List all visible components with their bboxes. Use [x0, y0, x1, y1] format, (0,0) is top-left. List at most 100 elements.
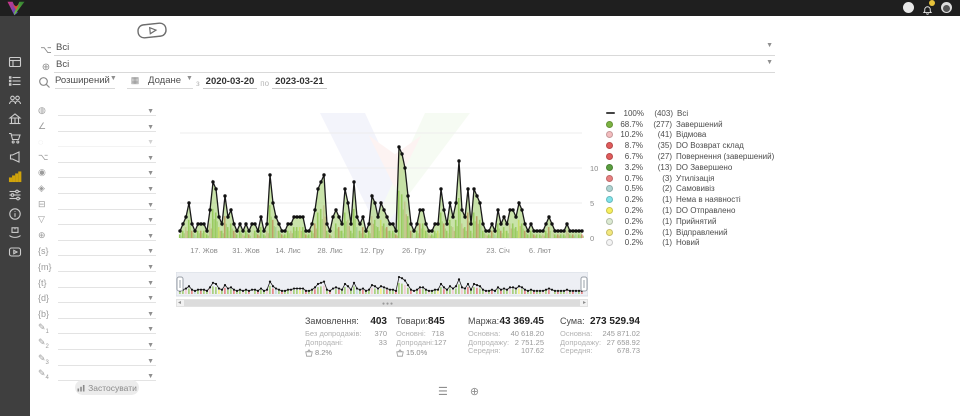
legend-count: (13) [647, 163, 672, 172]
stat-col-2: Маржа:43 369.45Основна:40 618.20Допродаж… [468, 316, 544, 356]
legend-item-9[interactable]: 0.2%(1)DO Отправлено [606, 205, 774, 216]
legend-count: (27) [647, 152, 672, 161]
date-to-label: по [260, 79, 269, 88]
video-filter-icon[interactable] [136, 21, 167, 39]
custom-field-3-filter-select[interactable]: ▼ [58, 358, 156, 366]
sidebar-item-settings[interactable] [0, 185, 30, 204]
filter-row-person-filter: ◉▼ [38, 163, 156, 178]
legend-dot-swatch [606, 196, 613, 203]
assistant-icon[interactable] [903, 2, 914, 13]
source-select[interactable]: Всі ▼ [54, 42, 775, 56]
legend-item-5[interactable]: 3.2%(13)DO Завершено [606, 162, 774, 173]
legend-dot-swatch [606, 218, 613, 225]
apply-button[interactable]: Застосувати [75, 380, 139, 395]
date-to-input[interactable]: 2023-03-21 [272, 76, 327, 89]
chevron-down-icon: ▼ [147, 311, 156, 318]
legend-label: Повернення (завершений) [676, 152, 774, 161]
legend-count: (403) [648, 109, 673, 118]
stat-sub-row: Середня:678.73 [560, 347, 640, 356]
legend-percent: 8.7% [617, 141, 643, 150]
notification-badge [929, 0, 935, 6]
legend-item-4[interactable]: 6.7%(27)Повернення (завершений) [606, 151, 774, 162]
chevron-down-icon: ▼ [147, 264, 156, 271]
var-m-filter-select[interactable]: ▼ [58, 264, 156, 272]
legend-dot-swatch [606, 121, 613, 128]
orders-chart[interactable] [176, 96, 588, 246]
y-tick-label: 0 [590, 234, 594, 243]
var-b-filter-icon: {b} [38, 309, 58, 319]
basket-icon [305, 349, 313, 357]
legend-item-11[interactable]: 0.2%(1)Відправлений [606, 227, 774, 238]
sphere-icon: ⊕ [38, 62, 54, 73]
legend-count: (41) [647, 130, 672, 139]
chevron-down-icon: ▼ [147, 186, 156, 193]
legend-item-1[interactable]: 68.7%(277)Завершений [606, 119, 774, 130]
legend-dash-swatch [606, 112, 615, 114]
legend-count: (1) [647, 238, 672, 247]
custom-field-2-filter-select[interactable]: ▼ [58, 342, 156, 350]
sitemap-filter-select[interactable]: ▼ [58, 155, 156, 163]
trend-filter-select[interactable]: ▼ [58, 124, 156, 132]
scroll-right-icon[interactable]: ▸ [583, 300, 586, 307]
legend-item-7[interactable]: 0.5%(2)Самовивіз [606, 184, 774, 195]
stat-value: 403 [370, 316, 387, 327]
app-logo[interactable] [5, 0, 27, 17]
legend-label: Нема в наявності [676, 195, 741, 204]
legend-item-8[interactable]: 0.2%(1)Нема в наявності [606, 194, 774, 205]
notifications-icon[interactable] [922, 2, 933, 13]
sidebar-item-orders[interactable] [0, 71, 30, 90]
var-d-filter-icon: {d} [38, 293, 58, 303]
legend-item-2[interactable]: 10.2%(41)Відмова [606, 130, 774, 141]
date-field-select[interactable]: ▦ Додане ▼ [127, 75, 193, 89]
product-filter-select[interactable]: ▼ [58, 186, 156, 194]
date-field-value: Додане [148, 75, 181, 86]
legend-label: DO Завершено [676, 163, 732, 172]
person-filter-select[interactable]: ▼ [58, 170, 156, 178]
x-tick-label: 14. Лис [275, 246, 300, 255]
scroll-left-icon[interactable]: ◂ [178, 300, 181, 307]
stat-sub-label: Середня: [560, 347, 592, 356]
profile-avatar[interactable] [941, 2, 952, 13]
source-filter-row: ⌥ Всі ▼ [38, 42, 775, 56]
stat-sub-value: 33 [379, 339, 387, 348]
product-select[interactable]: Всі ▼ [54, 59, 775, 73]
stat-title-row: Сума:273 529.94 [560, 316, 640, 327]
sidebar-item-store[interactable] [0, 109, 30, 128]
custom-field-1-filter-select[interactable]: ▼ [58, 326, 156, 334]
sidebar-item-customers[interactable] [0, 90, 30, 109]
var-b-filter-select[interactable]: ▼ [58, 311, 156, 319]
legend-item-3[interactable]: 8.7%(35)DO Возврат склад [606, 140, 774, 151]
sidebar-item-dashboard[interactable] [0, 52, 30, 71]
search-mode-select[interactable]: Розширений ▼ [55, 75, 115, 89]
chart-scrollbar[interactable]: ◂ ●●● ▸ [176, 299, 588, 307]
money-filter-select[interactable]: ▼ [58, 202, 156, 210]
unknown-filter-select[interactable]: ▼ [58, 139, 156, 147]
stat-sub-label: Допродані: [396, 339, 434, 348]
funnel-filter-select[interactable]: ▼ [58, 217, 156, 225]
var-s-filter-select[interactable]: ▼ [58, 248, 156, 256]
sidebar-item-shipping[interactable] [0, 223, 30, 242]
var-d-filter-select[interactable]: ▼ [58, 295, 156, 303]
filter-row-var-m-filter: {m}▼ [38, 257, 156, 272]
legend-count: (1) [647, 206, 672, 215]
legend-item-0[interactable]: 100%(403)Всі [606, 108, 774, 119]
legend-item-6[interactable]: 0.7%(3)Утилізація [606, 173, 774, 184]
sidebar-item-statistics[interactable] [0, 166, 30, 185]
web-filter-select[interactable]: ▼ [58, 233, 156, 241]
chart-brush[interactable] [176, 272, 588, 298]
sidebar-item-cart[interactable] [0, 128, 30, 147]
chevron-down-icon: ▼ [147, 233, 156, 240]
products-view-icon[interactable]: ⊕ [470, 385, 479, 398]
list-view-icon[interactable]: ☰ [438, 385, 448, 398]
date-from-input[interactable]: 2020-03-20 [203, 76, 258, 89]
sidebar-item-info[interactable] [0, 204, 30, 223]
topbar [0, 0, 960, 16]
sidebar-item-tutorials[interactable] [0, 242, 30, 261]
legend-item-12[interactable]: 0.2%(1)Новий [606, 238, 774, 249]
stat-sub-row: Середня:107.62 [468, 347, 544, 356]
sidebar-item-announcements[interactable] [0, 147, 30, 166]
filter-row-custom-field-1-filter: ✎1▼ [38, 319, 156, 334]
legend-item-10[interactable]: 0.2%(1)Прийнятий [606, 216, 774, 227]
var-t-filter-select[interactable]: ▼ [58, 280, 156, 288]
globe-filter-select[interactable]: ▼ [58, 108, 156, 116]
